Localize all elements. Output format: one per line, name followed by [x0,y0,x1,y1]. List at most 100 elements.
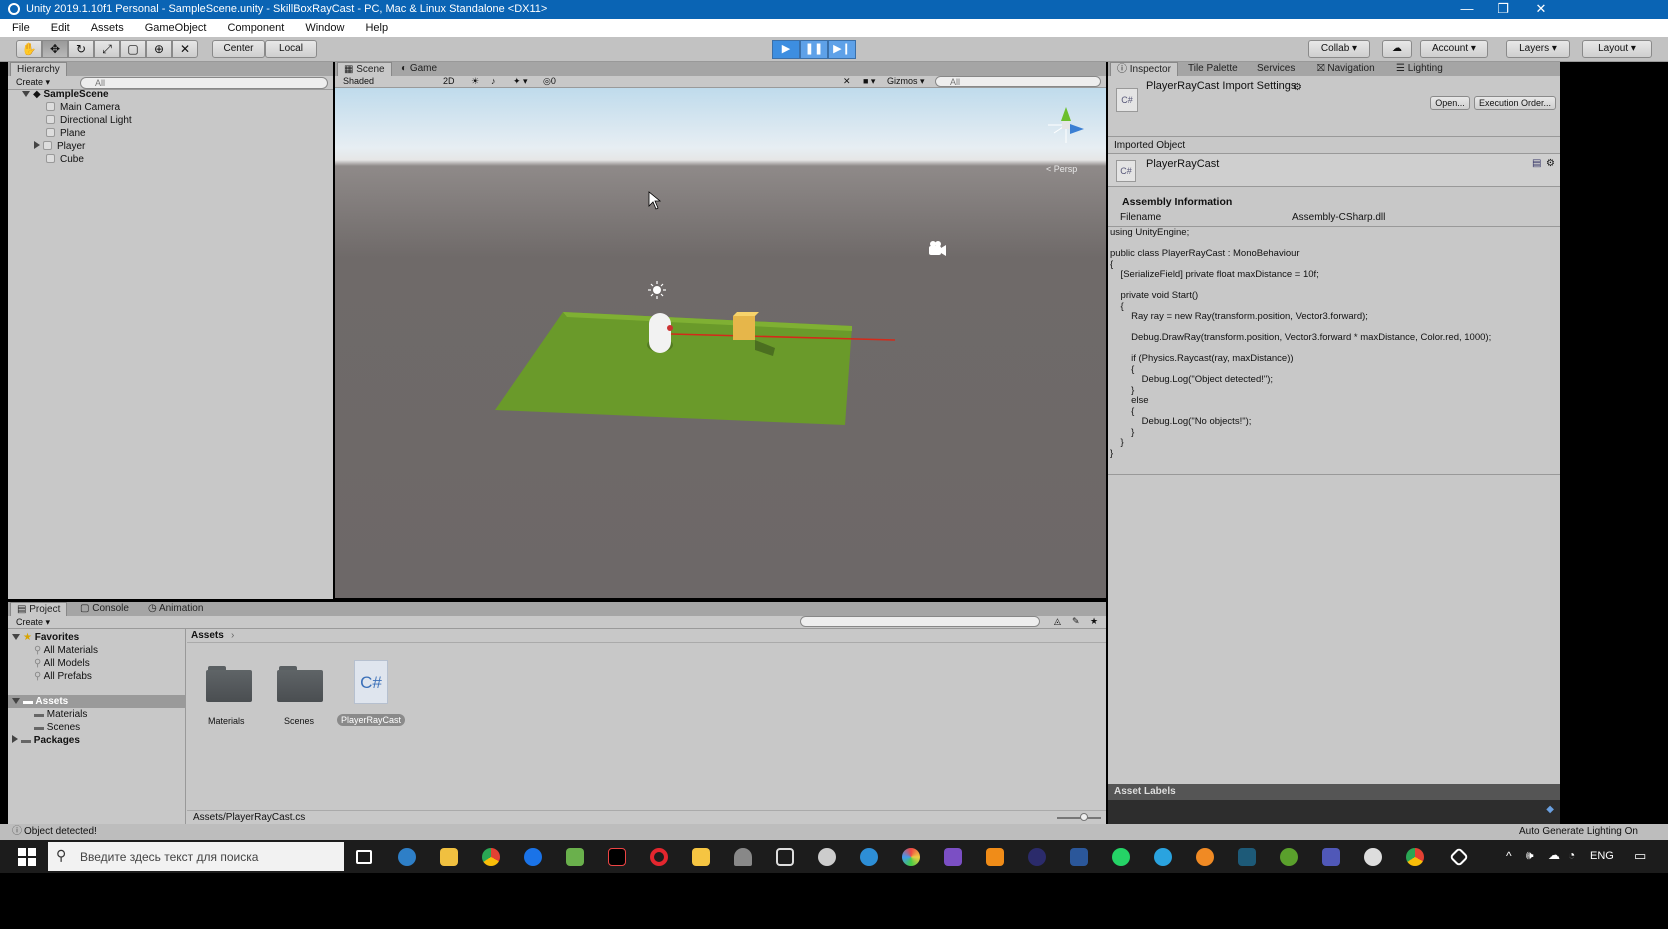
list-item[interactable]: ▬ Scenes [34,721,80,734]
project-search-input[interactable] [800,616,1040,627]
rect-tool-icon[interactable]: ▢ [120,40,146,58]
whatsapp-icon[interactable] [1112,848,1130,866]
menu-assets[interactable]: Assets [91,22,124,34]
materials-folder-icon[interactable] [206,664,252,702]
task-view-icon[interactable] [356,850,372,864]
favorites-folder[interactable]: ★ Favorites [12,631,79,644]
zoom-slider-track[interactable] [1057,817,1101,819]
lighting-toggle-icon[interactable]: ☀ [471,76,479,87]
audio-toggle-icon[interactable]: ♪ [491,76,496,86]
unity-taskbar-icon[interactable] [1449,847,1469,867]
play-button[interactable]: ▶ [772,40,800,59]
pivot-center-button[interactable]: Center [212,40,265,58]
expand-icon[interactable] [12,634,20,640]
language-indicator[interactable]: ENG [1590,850,1614,862]
chrome-profile-icon[interactable] [1406,848,1424,866]
collab-button[interactable]: Collab ▾ [1308,40,1370,58]
packages-folder[interactable]: ▬ Packages [12,734,80,747]
menu-file[interactable]: File [12,22,30,34]
sublime-icon[interactable] [986,848,1004,866]
pause-button[interactable]: ❚❚ [800,40,828,59]
expand-icon[interactable] [12,735,18,743]
file-explorer-icon[interactable] [440,848,458,866]
layers-dropdown[interactable]: Layers ▾ [1506,40,1570,58]
tab-console[interactable]: ▢ Console [74,602,135,616]
mode-2d-toggle[interactable]: 2D [443,76,455,86]
list-item[interactable]: ⚲ All Models [34,657,90,670]
opera-icon[interactable] [650,848,668,866]
hierarchy-create-button[interactable]: Create ▾ [16,77,50,88]
tab-inspector[interactable]: ⓘ Inspector [1110,62,1178,76]
tab-navigation[interactable]: ⛝ Navigation [1311,62,1381,76]
list-item[interactable]: Cube [46,153,84,166]
persp-label[interactable]: < Persp [1046,164,1077,174]
onedrive-icon[interactable]: ☁ [1548,848,1560,862]
tab-game[interactable]: ◐ Game [395,62,443,76]
list-item[interactable]: Directional Light [46,114,132,127]
menu-help[interactable]: Help [365,22,388,34]
list-item[interactable]: ⚲ All Materials [34,644,98,657]
restore-button[interactable]: ❐ [1482,0,1524,19]
project-create-button[interactable]: Create ▾ [16,617,50,628]
list-item[interactable]: Player [34,140,85,153]
chart-app-icon[interactable] [566,848,584,866]
camera-dropdown-icon[interactable]: ■ ▾ [863,76,875,87]
layout-dropdown[interactable]: Layout ▾ [1582,40,1652,58]
volume-icon[interactable]: 🕪 [1526,848,1534,863]
favorite-star-icon[interactable]: ★ [1090,616,1098,627]
skype-icon[interactable] [860,848,878,866]
jetbrains-icon[interactable] [608,848,626,866]
filter-label-icon[interactable]: ✎ [1072,616,1080,627]
tab-services[interactable]: Services [1251,62,1301,76]
tab-animation[interactable]: ◷ Animation [142,602,209,616]
custom-tool-icon[interactable]: ✕ [172,40,198,58]
blender-icon[interactable] [1196,848,1214,866]
expand-icon[interactable] [12,698,20,704]
taskbar-search-input[interactable]: ⚲ Введите здесь текст для поиска [48,842,344,871]
menu-edit[interactable]: Edit [51,22,70,34]
shading-dropdown[interactable]: Shaded [343,76,374,86]
csharp-script-icon[interactable]: C# [354,660,388,704]
status-message[interactable]: Object detected! [24,824,97,840]
scene-root[interactable]: ◆ SampleScene [22,88,109,101]
paint-icon[interactable] [734,848,752,866]
account-dropdown[interactable]: Account ▾ [1420,40,1488,58]
maps-icon[interactable] [524,848,542,866]
visual-studio-icon[interactable] [944,848,962,866]
hierarchy-search-input[interactable]: All [80,77,328,89]
pivot-local-button[interactable]: Local [265,40,317,58]
expand-icon[interactable] [22,91,30,97]
filter-type-icon[interactable]: ◬ [1054,616,1061,627]
breadcrumb-assets[interactable]: Assets [191,630,224,641]
settings-gear-icon[interactable]: ⚙ [1293,82,1302,93]
menu-component[interactable]: Component [227,22,284,34]
cloud-icon[interactable]: ☁ [1382,40,1412,58]
step-button[interactable]: ▶❙ [828,40,856,59]
unity-hub-icon[interactable] [818,848,836,866]
menu-window[interactable]: Window [305,22,344,34]
list-item[interactable]: ⚲ All Prefabs [34,670,92,683]
component-gear-icon[interactable]: ⚙ [1546,158,1555,169]
close-button[interactable]: ✕ [1520,0,1562,19]
tab-hierarchy[interactable]: Hierarchy [10,62,67,76]
tab-tile-palette[interactable]: Tile Palette [1182,62,1244,76]
hidden-objects-toggle[interactable]: ◎0 [543,76,556,87]
scene-viewport[interactable]: < Persp [335,88,1106,598]
github-icon[interactable] [1364,848,1382,866]
tray-chevron-icon[interactable]: ^ [1506,849,1512,863]
menu-gameobject[interactable]: GameObject [145,22,207,34]
edge-browser-icon[interactable] [398,848,416,866]
scene-search-input[interactable]: All [935,76,1101,87]
effects-dropdown-icon[interactable]: ✦ ▾ [513,76,528,87]
list-item[interactable]: ▬ Materials [34,708,87,721]
word-icon[interactable] [1070,848,1088,866]
eclipse-icon[interactable] [1028,848,1046,866]
network-icon[interactable]: ◔ [1568,848,1575,862]
zoom-slider-handle[interactable] [1080,813,1088,821]
chrome-icon[interactable] [482,848,500,866]
notifications-icon[interactable]: ▭ [1634,848,1646,864]
gizmos-dropdown[interactable]: Gizmos ▾ [887,76,925,87]
playerraycast-tile-label[interactable]: PlayerRayCast [337,714,406,726]
move-tool-icon[interactable]: ✥ [42,40,68,58]
tab-lighting[interactable]: ☰ Lighting [1390,62,1449,76]
